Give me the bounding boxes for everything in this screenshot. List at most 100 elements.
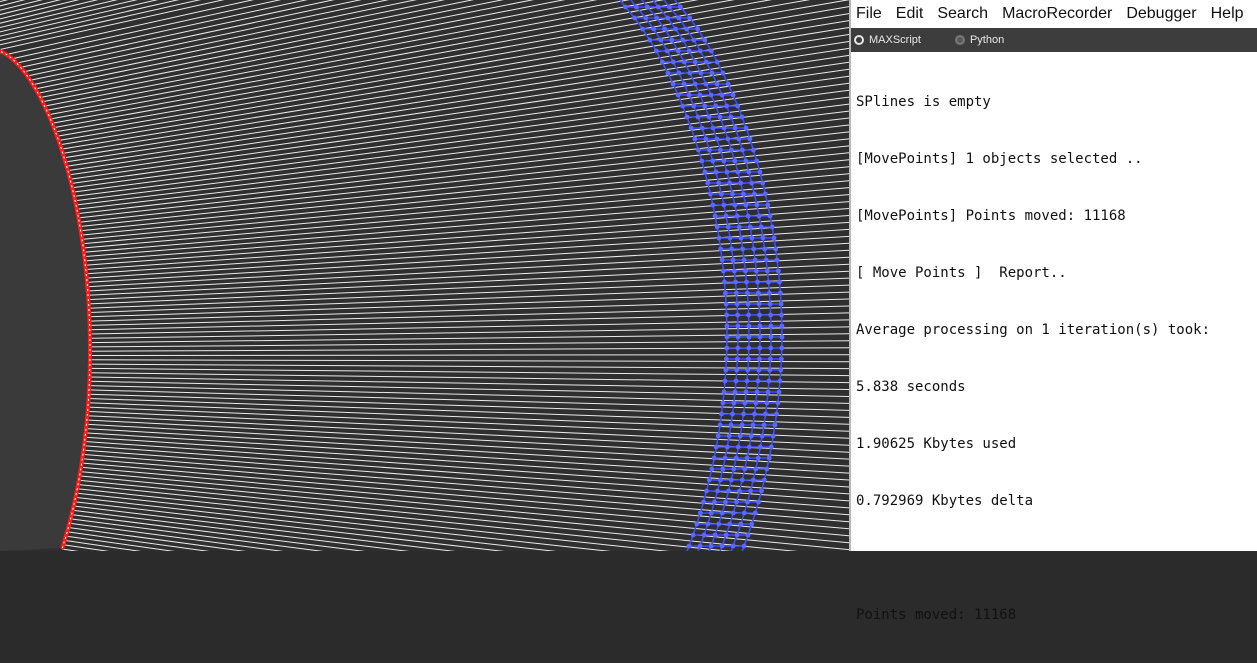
- vertex-point: [723, 301, 729, 307]
- vertex-point: [756, 301, 762, 307]
- vertex-point: [732, 158, 738, 164]
- listener-output[interactable]: SPlines is empty [MovePoints] 1 objects …: [851, 52, 1257, 663]
- vertex-point: [779, 356, 784, 362]
- vertex-point: [694, 521, 700, 527]
- python-radio-option[interactable]: Python: [954, 34, 1004, 46]
- vertex-point: [675, 92, 681, 98]
- vertex-point: [735, 103, 741, 109]
- vertex-point: [747, 136, 753, 142]
- vertex-point: [701, 532, 707, 538]
- listener-menubar: File Edit Search MacroRecorder Debugger …: [851, 0, 1257, 28]
- spline-line: [89, 359, 849, 363]
- vertex-point: [692, 59, 698, 65]
- vertex-point: [730, 510, 736, 516]
- vertex-point: [718, 246, 724, 252]
- vertex-point: [728, 114, 734, 120]
- vertex-point: [651, 26, 656, 32]
- vertex-point: [734, 367, 740, 373]
- radio-unselected-icon[interactable]: [954, 35, 965, 45]
- vertex-point: [681, 59, 687, 65]
- vertex-point: [765, 202, 771, 208]
- vertex-point: [753, 466, 759, 472]
- vertex-point: [744, 279, 749, 285]
- menu-debugger[interactable]: Debugger: [1126, 5, 1203, 23]
- spline-line: [70, 68, 849, 180]
- vertex-point: [680, 103, 686, 109]
- vertex-point: [763, 257, 769, 263]
- menu-macrorecorder[interactable]: MacroRecorder: [1002, 5, 1119, 23]
- vertex-point: [757, 169, 763, 175]
- vertex-point: [676, 15, 682, 21]
- spline-line: [82, 453, 849, 516]
- vertex-point: [708, 543, 714, 549]
- vertex-point: [724, 334, 730, 340]
- vertex-point: [701, 499, 706, 505]
- vertex-point: [751, 246, 757, 252]
- output-line: 5.838 seconds: [856, 379, 966, 395]
- output-line: Points moved: 11168: [856, 607, 1017, 623]
- vertex-point: [724, 169, 730, 175]
- spline-line: [80, 152, 849, 232]
- vertex-point: [739, 422, 745, 428]
- vertex-point: [767, 367, 773, 373]
- vertex-point: [675, 48, 681, 54]
- vertex-point: [779, 312, 784, 318]
- vertex-point: [741, 411, 746, 417]
- menu-file[interactable]: File: [856, 5, 889, 23]
- vertex-point: [741, 510, 747, 516]
- vertex-point: [746, 334, 752, 340]
- maxscript-radio-option[interactable]: MAXScript: [854, 34, 921, 46]
- vertex-point: [692, 136, 698, 142]
- vertex-point: [746, 345, 752, 351]
- vertex-point: [775, 400, 781, 406]
- output-line: [MovePoints] 1 objects selected ..: [856, 151, 1143, 167]
- vertex-point: [768, 323, 774, 329]
- vertex-point: [752, 257, 758, 263]
- vertex-point: [717, 477, 723, 483]
- vertex-point: [758, 224, 764, 230]
- vertex-point: [719, 191, 724, 197]
- vertex-point: [719, 411, 724, 417]
- vertex-point: [656, 4, 661, 10]
- vertex-point: [708, 510, 714, 516]
- vertex-point: [776, 268, 781, 274]
- vertex-point: [735, 356, 740, 362]
- vertex-point: [647, 37, 653, 43]
- vertex-point: [757, 334, 763, 340]
- vertex-point: [710, 125, 716, 131]
- vertex-point: [757, 312, 762, 318]
- vertex-point: [643, 15, 649, 21]
- vertex-point: [715, 488, 720, 494]
- vertex-point: [720, 400, 726, 406]
- vertex-point: [706, 477, 712, 483]
- vertex-point: [772, 422, 778, 428]
- vertex-point: [734, 499, 739, 505]
- vertex-point: [733, 378, 739, 384]
- vertex-point: [760, 235, 766, 241]
- menu-search[interactable]: Search: [937, 5, 995, 23]
- vertex-point: [764, 466, 770, 472]
- vertex-point: [708, 48, 714, 54]
- vertex-point: [662, 26, 667, 32]
- vertex-point: [711, 455, 717, 461]
- vertex-point: [754, 268, 759, 274]
- vertex-point: [732, 389, 738, 395]
- vertex-point: [776, 389, 782, 395]
- vertex-point: [777, 378, 783, 384]
- menu-edit[interactable]: Edit: [896, 5, 931, 23]
- vertex-point: [767, 213, 773, 219]
- vertex-point: [716, 235, 722, 241]
- vertex-point: [696, 147, 701, 153]
- vertex-point: [670, 81, 676, 87]
- output-line: [MovePoints] Points moved: 11168: [856, 208, 1126, 224]
- vertex-point: [713, 169, 719, 175]
- menu-help[interactable]: Help: [1211, 5, 1251, 23]
- vertex-point: [735, 345, 741, 351]
- vertex-point: [714, 59, 720, 65]
- vertex-point: [768, 334, 774, 340]
- spline-line: [32, 0, 446, 86]
- viewport-canvas[interactable]: [0, 0, 849, 551]
- radio-selected-icon[interactable]: [854, 35, 864, 45]
- 3d-viewport[interactable]: [0, 0, 849, 551]
- vertex-point: [740, 246, 746, 252]
